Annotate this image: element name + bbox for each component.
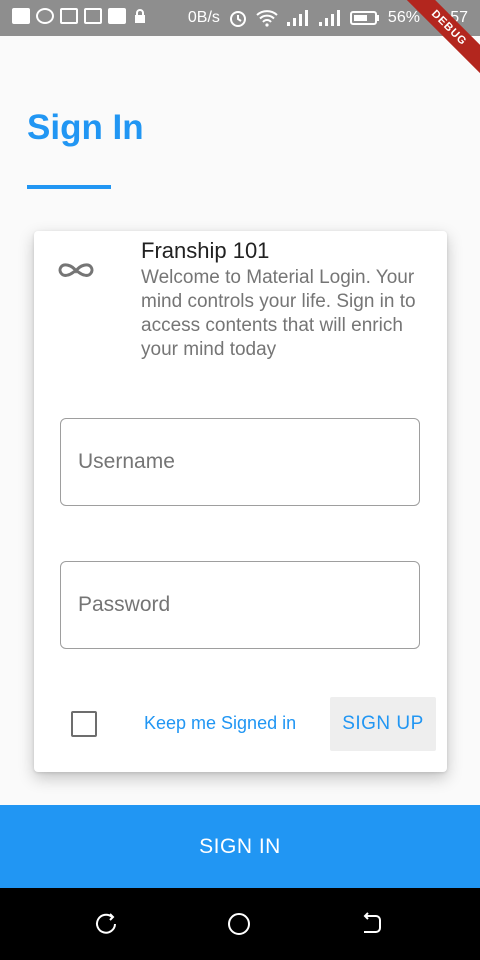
signin-button[interactable]: SIGN IN xyxy=(0,805,480,888)
recent-apps-icon[interactable] xyxy=(93,911,119,937)
keep-signed-in-checkbox[interactable] xyxy=(71,711,97,737)
network-speed: 0B/s xyxy=(187,9,220,26)
battery-icon xyxy=(349,10,380,26)
username-field[interactable] xyxy=(60,418,420,506)
signal-icon-2 xyxy=(318,10,342,26)
card-title: Franship 101 xyxy=(141,238,270,263)
status-bar: 0B/s 56% 16:57 xyxy=(0,0,480,36)
keep-signed-in-label[interactable]: Keep me Signed in xyxy=(144,713,296,734)
whatsapp-icon xyxy=(36,8,54,24)
notification-icons xyxy=(12,8,150,24)
back-icon[interactable] xyxy=(359,911,385,937)
wifi-icon xyxy=(256,9,278,27)
alarm-icon xyxy=(228,8,248,28)
card-subtitle: Welcome to Material Login. Your mind con… xyxy=(141,267,416,360)
notification-icon xyxy=(12,8,30,24)
signal-icon xyxy=(286,10,310,26)
password-input[interactable] xyxy=(61,562,419,648)
gallery-icon xyxy=(60,8,78,24)
navigation-bar xyxy=(0,888,480,960)
lock-icon xyxy=(132,8,150,24)
page-title: Sign In xyxy=(27,108,144,147)
square-icon xyxy=(108,8,126,24)
username-input[interactable] xyxy=(61,419,419,505)
signup-button[interactable]: SIGN UP xyxy=(330,697,436,751)
login-card: Franship 101 Welcome to Material Login. … xyxy=(34,231,447,772)
password-field[interactable] xyxy=(60,561,420,649)
mail-icon xyxy=(84,8,102,24)
infinity-icon xyxy=(56,259,96,283)
home-icon[interactable] xyxy=(226,911,252,937)
title-underline xyxy=(27,185,111,189)
battery-percent: 56% xyxy=(387,9,420,26)
